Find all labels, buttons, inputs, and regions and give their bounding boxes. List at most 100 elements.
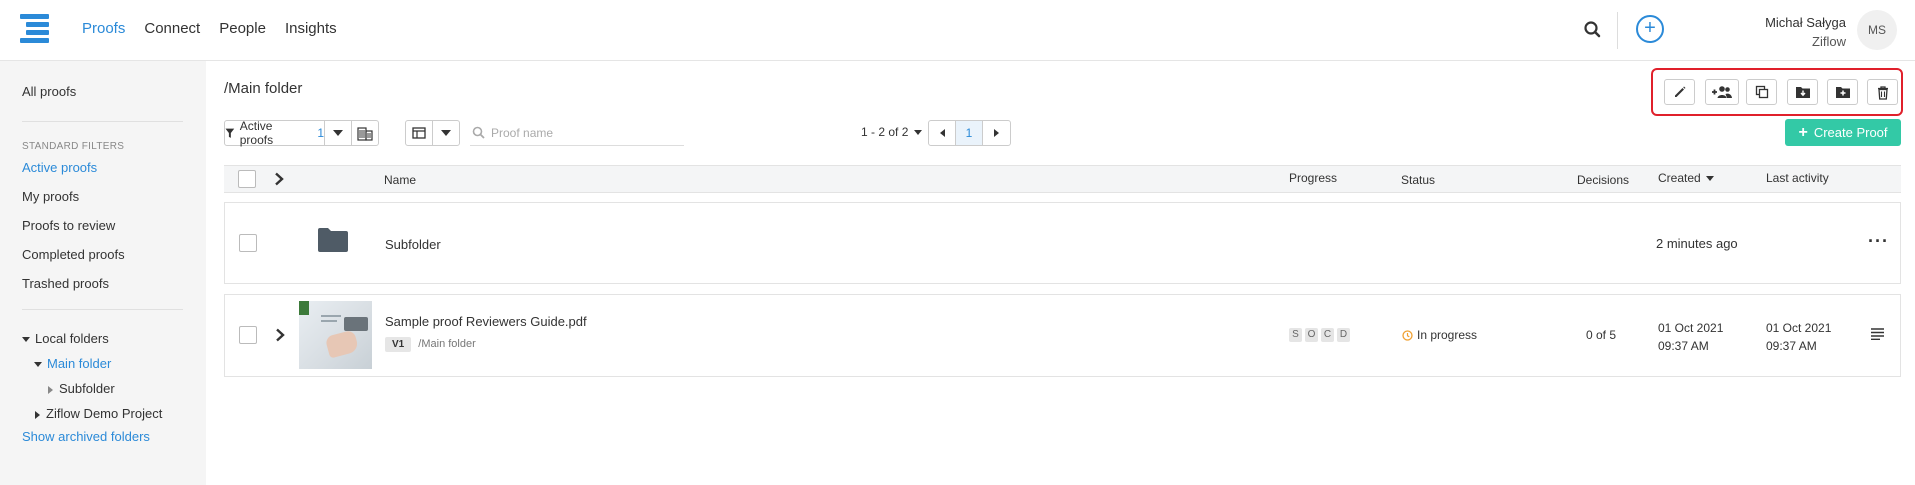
view-switch-group — [405, 120, 460, 146]
column-last-activity[interactable]: Last activity — [1766, 171, 1829, 185]
edit-button[interactable] — [1664, 79, 1695, 105]
breadcrumb[interactable]: /Main folder — [224, 80, 302, 97]
folder-name[interactable]: Subfolder — [385, 237, 441, 252]
prev-page-button[interactable] — [929, 121, 956, 145]
create-proof-label: Create Proof — [1813, 125, 1888, 140]
nav-people[interactable]: People — [219, 20, 266, 37]
demo-project-label: Ziflow Demo Project — [46, 406, 163, 421]
nav-proofs[interactable]: Proofs — [82, 20, 125, 37]
active-proofs-filter[interactable]: Active proofs 1 — [225, 119, 325, 147]
version-badge: V1 — [385, 337, 412, 352]
chevron-left-icon — [939, 129, 945, 137]
filter-dropdown[interactable] — [325, 121, 352, 145]
folder-plus-icon — [1835, 87, 1850, 98]
show-archived-folders-link[interactable]: Show archived folders — [22, 429, 150, 444]
column-progress[interactable]: Progress — [1289, 171, 1337, 185]
ziflow-logo[interactable] — [20, 14, 49, 44]
trash-icon — [1877, 85, 1888, 100]
create-proof-button[interactable]: + Create Proof — [1785, 119, 1901, 146]
sidebar-item-main-folder[interactable]: Main folder — [34, 356, 111, 371]
search-icon — [472, 126, 485, 139]
proof-search — [470, 120, 684, 146]
sidebar: All proofs STANDARD FILTERS Active proof… — [0, 61, 206, 485]
nav-connect[interactable]: Connect — [144, 20, 200, 37]
search-icon[interactable] — [1582, 19, 1604, 41]
add-users-icon — [1712, 86, 1732, 98]
expand-all-icon[interactable] — [274, 172, 284, 189]
expand-row-icon[interactable] — [275, 328, 285, 345]
columns-icon — [412, 127, 426, 139]
next-page-button[interactable] — [983, 121, 1010, 145]
stage-badge: C — [1321, 328, 1334, 342]
org-view-button[interactable] — [352, 121, 378, 145]
page-number[interactable]: 1 — [956, 121, 983, 145]
decisions-count[interactable]: 0 of 5 — [1586, 328, 1616, 342]
sidebar-item-local-folders[interactable]: Local folders — [22, 331, 109, 346]
sidebar-item-active-proofs[interactable]: Active proofs — [22, 160, 97, 175]
caret-right-icon — [48, 385, 53, 394]
created-datetime: 01 Oct 2021 09:37 AM — [1658, 319, 1723, 355]
pencil-icon — [1674, 86, 1685, 97]
avatar[interactable]: MS — [1857, 10, 1897, 50]
chevron-right-icon — [994, 129, 999, 137]
folder-download-icon — [1795, 87, 1810, 98]
user-info[interactable]: Michał Sałyga Ziflow — [1765, 13, 1846, 51]
add-reviewers-button[interactable] — [1705, 79, 1739, 105]
folder-icon — [318, 228, 348, 255]
chevron-down-icon — [333, 130, 343, 136]
search-input[interactable] — [491, 125, 671, 140]
activity-date: 01 Oct 2021 — [1766, 321, 1832, 335]
building-icon — [357, 126, 373, 141]
layout-dropdown[interactable] — [433, 121, 459, 145]
menu-lines-icon[interactable] — [1871, 328, 1884, 343]
user-org: Ziflow — [1812, 34, 1846, 49]
add-icon[interactable]: + — [1636, 15, 1664, 43]
nav-insights[interactable]: Insights — [285, 20, 337, 37]
proof-meta: V1 /Main folder — [385, 337, 476, 352]
stage-badge: O — [1305, 328, 1318, 342]
column-status[interactable]: Status — [1401, 173, 1435, 187]
column-created[interactable]: Created — [1658, 171, 1715, 185]
sidebar-item-completed-proofs[interactable]: Completed proofs — [22, 247, 125, 262]
layout-view-button[interactable] — [406, 121, 433, 145]
proof-path[interactable]: /Main folder — [418, 338, 475, 350]
table-row[interactable]: Sample proof Reviewers Guide.pdf V1 /Mai… — [224, 294, 1901, 377]
user-name: Michał Sałyga — [1765, 15, 1846, 30]
sidebar-item-all-proofs[interactable]: All proofs — [22, 84, 76, 99]
delete-button[interactable] — [1867, 79, 1898, 105]
status-text: In progress — [1417, 328, 1478, 342]
row-checkbox[interactable] — [239, 234, 257, 252]
page-count: 1 - 2 of 2 — [861, 125, 909, 139]
sidebar-item-subfolder[interactable]: Subfolder — [48, 381, 115, 396]
caret-down-icon — [22, 337, 30, 343]
sidebar-item-demo-project[interactable]: Ziflow Demo Project — [35, 406, 162, 421]
column-decisions[interactable]: Decisions — [1577, 173, 1629, 187]
sidebar-item-trashed-proofs[interactable]: Trashed proofs — [22, 276, 109, 291]
table-header: Name Progress Status Decisions Created L… — [224, 165, 1901, 193]
divider — [1617, 12, 1618, 49]
download-button[interactable] — [1787, 79, 1818, 105]
subfolder-label: Subfolder — [59, 381, 115, 396]
main-nav: Proofs Connect People Insights — [82, 20, 337, 37]
select-all-checkbox[interactable] — [238, 170, 256, 188]
plus-icon: + — [1798, 123, 1808, 141]
column-name[interactable]: Name — [384, 173, 416, 187]
status-badge: In progress — [1402, 328, 1477, 342]
stage-badge: S — [1289, 328, 1302, 342]
clock-icon — [1402, 329, 1413, 341]
table-row[interactable]: Subfolder 2 minutes ago ··· — [224, 202, 1901, 284]
filter-count: 1 — [317, 126, 324, 140]
divider — [22, 309, 183, 310]
proof-name[interactable]: Sample proof Reviewers Guide.pdf — [385, 314, 587, 329]
sidebar-item-my-proofs[interactable]: My proofs — [22, 189, 79, 204]
proof-thumbnail[interactable] — [299, 301, 372, 369]
filter-label: Active proofs — [239, 119, 274, 147]
sidebar-item-proofs-to-review[interactable]: Proofs to review — [22, 218, 115, 233]
page-count-dropdown[interactable]: 1 - 2 of 2 — [861, 125, 927, 139]
duplicate-button[interactable] — [1746, 79, 1777, 105]
move-to-folder-button[interactable] — [1827, 79, 1858, 105]
caret-down-icon — [34, 362, 42, 368]
filter-group: Active proofs 1 — [224, 119, 379, 147]
more-options-icon[interactable]: ··· — [1868, 231, 1889, 252]
row-checkbox[interactable] — [239, 326, 257, 344]
